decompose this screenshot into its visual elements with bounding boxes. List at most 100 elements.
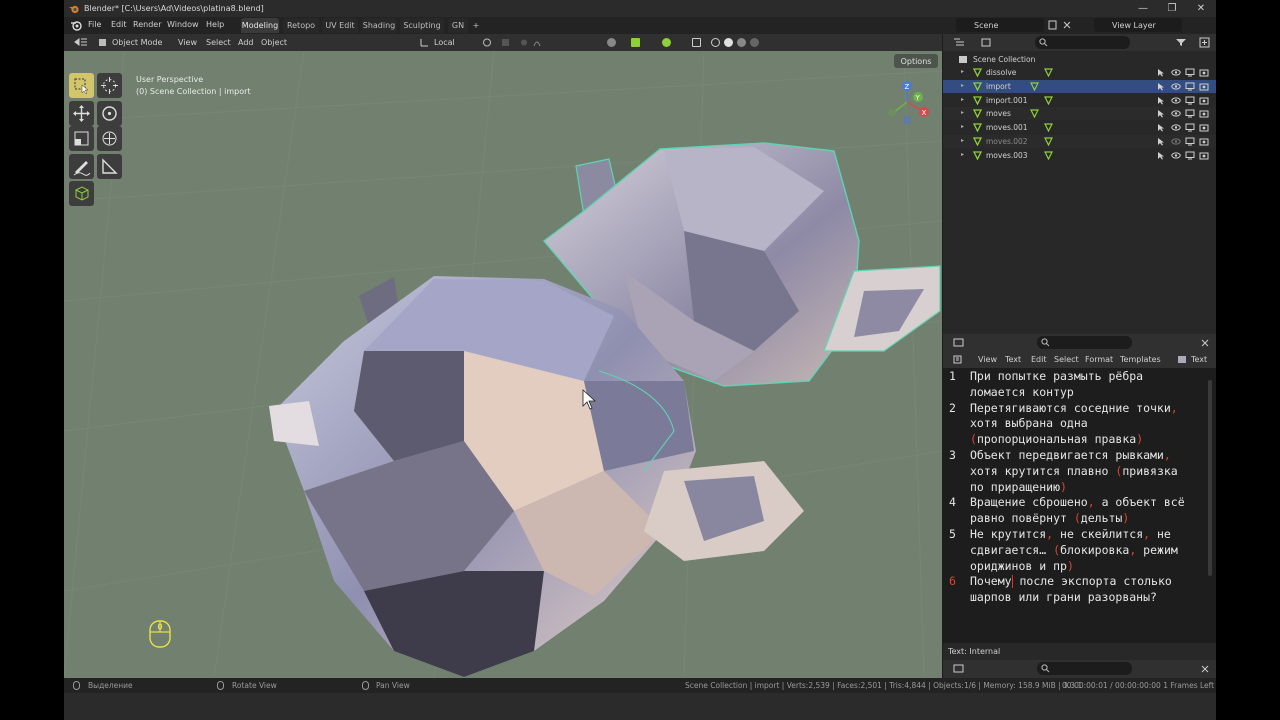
maximize-button[interactable]: ❐ <box>1157 0 1187 17</box>
transform-tool[interactable] <box>97 126 122 151</box>
new-collection-icon[interactable] <box>1199 37 1210 48</box>
mode-selector[interactable]: Object Mode <box>112 38 162 47</box>
text-menu-format[interactable]: Format <box>1085 355 1113 364</box>
menu-render[interactable]: Render <box>133 20 161 29</box>
menu-select[interactable]: Select <box>206 38 231 47</box>
outliner-item[interactable]: ▸ moves.003 <box>943 149 1216 162</box>
render-camera-icon[interactable] <box>1199 137 1209 146</box>
render-camera-icon[interactable] <box>1199 82 1209 91</box>
add-workspace-button[interactable]: + <box>470 18 482 33</box>
expand-arrow-icon[interactable]: ▸ <box>961 96 964 103</box>
render-camera-icon[interactable] <box>1199 96 1209 105</box>
viewport-monitor-icon[interactable] <box>1185 68 1195 77</box>
menu-edit[interactable]: Edit <box>111 20 127 29</box>
remove-scene-icon[interactable] <box>1062 20 1072 30</box>
visibility-eye-icon[interactable] <box>1171 68 1181 77</box>
text-menu-view[interactable]: View <box>978 355 997 364</box>
visibility-eye-icon[interactable] <box>1171 123 1181 132</box>
outliner-search-input[interactable] <box>1035 36 1130 49</box>
text-editor-type-icon[interactable] <box>953 355 967 364</box>
select-box-tool[interactable] <box>69 73 94 98</box>
text-menu-text[interactable]: Text <box>1005 355 1021 364</box>
render-camera-icon[interactable] <box>1199 109 1209 118</box>
menu-add[interactable]: Add <box>238 38 254 47</box>
visibility-eye-icon[interactable] <box>1171 109 1181 118</box>
snapping-toolbar[interactable] <box>482 37 542 48</box>
expand-arrow-icon[interactable]: ▸ <box>961 109 964 116</box>
visibility-eye-icon[interactable] <box>1171 96 1181 105</box>
text-datablock-name[interactable]: Text <box>1191 355 1207 364</box>
tab-gn[interactable]: GN <box>448 18 468 33</box>
expand-arrow-icon[interactable]: ▸ <box>961 82 964 89</box>
tab-modeling[interactable]: Modeling <box>241 18 279 33</box>
outliner-item[interactable]: ▸ moves.002 <box>943 135 1216 148</box>
expand-arrow-icon[interactable]: ▸ <box>961 123 964 130</box>
visibility-eye-icon[interactable] <box>1171 151 1181 160</box>
text-menu-edit[interactable]: Edit <box>1031 355 1047 364</box>
rendered-shading-icon[interactable] <box>750 38 759 47</box>
text-menu-select[interactable]: Select <box>1054 355 1079 364</box>
viewport-monitor-icon[interactable] <box>1185 82 1195 91</box>
render-camera-icon[interactable] <box>1199 151 1209 160</box>
selectable-icon[interactable] <box>1157 96 1166 105</box>
view-layer-selector[interactable]: View Layer <box>1094 18 1182 32</box>
editor-type-icon[interactable] <box>953 664 967 673</box>
blender-menu-icon[interactable] <box>70 19 82 31</box>
measure-tool[interactable] <box>97 154 122 179</box>
options-button[interactable]: Options <box>894 54 938 68</box>
render-camera-icon[interactable] <box>1199 123 1209 132</box>
editor-type-icon[interactable] <box>74 38 88 47</box>
viewport-monitor-icon[interactable] <box>1185 123 1195 132</box>
selectable-icon[interactable] <box>1157 151 1166 160</box>
expand-arrow-icon[interactable]: ▸ <box>961 137 964 144</box>
minimize-button[interactable]: — <box>1128 0 1158 17</box>
solid-shading-icon[interactable] <box>724 38 733 47</box>
tab-uv-edit[interactable]: UV Edit <box>322 18 358 33</box>
outliner-editor-icon[interactable] <box>953 38 967 47</box>
annotate-tool[interactable] <box>69 154 94 179</box>
material-shading-icon[interactable] <box>737 38 746 47</box>
tab-retopo[interactable]: Retopo <box>283 18 319 33</box>
selectable-icon[interactable] <box>1157 109 1166 118</box>
outliner-item[interactable]: ▸ moves <box>943 107 1216 121</box>
console-search-input[interactable] <box>1037 336 1132 349</box>
3d-viewport[interactable]: User Perspective (0) Scene Collection | … <box>64 51 942 678</box>
outliner-item[interactable]: ▸ import.001 <box>943 94 1216 107</box>
visibility-eye-icon[interactable] <box>1171 137 1181 146</box>
text-editor-area[interactable]: 1 При попытке размыть рёбра ломается конту… <box>943 368 1216 643</box>
outliner-item[interactable]: ▸ dissolve <box>943 66 1216 79</box>
bottom-search-input[interactable] <box>1037 662 1132 675</box>
object-types-icon[interactable] <box>607 38 616 47</box>
selectable-icon[interactable] <box>1157 68 1166 77</box>
text-menu-templates[interactable]: Templates <box>1120 355 1161 364</box>
viewport-monitor-icon[interactable] <box>1185 96 1195 105</box>
close-area-icon[interactable] <box>1201 339 1209 347</box>
filter-icon[interactable] <box>1175 38 1187 47</box>
scene-selector[interactable]: Scene <box>956 18 1044 32</box>
selectable-icon[interactable] <box>1157 123 1166 132</box>
editor-type-icon[interactable] <box>953 338 967 347</box>
selectable-icon[interactable] <box>1157 137 1166 146</box>
expand-arrow-icon[interactable]: ▸ <box>961 151 964 158</box>
menu-view[interactable]: View <box>178 38 197 47</box>
outliner[interactable]: Scene Collection ▸ dissolve ▸ import ▸ import… <box>943 51 1216 334</box>
add-cube-tool[interactable] <box>69 181 94 206</box>
new-scene-icon[interactable] <box>1048 20 1058 30</box>
outliner-item[interactable]: ▸ moves.001 <box>943 121 1216 134</box>
viewport-monitor-icon[interactable] <box>1185 137 1195 146</box>
menu-help[interactable]: Help <box>206 20 224 29</box>
navigation-gizmo[interactable]: Z Y X <box>884 77 936 127</box>
menu-file[interactable]: File <box>88 20 101 29</box>
expand-arrow-icon[interactable]: ▸ <box>961 68 964 75</box>
tab-sculpting[interactable]: Sculpting <box>400 18 444 33</box>
text-editor-scrollbar[interactable] <box>1208 380 1212 576</box>
move-tool[interactable] <box>69 101 94 126</box>
overlay-toggle-icon[interactable] <box>662 38 671 47</box>
tab-shading[interactable]: Shading <box>361 18 397 33</box>
rotate-tool[interactable] <box>97 101 122 126</box>
menu-object[interactable]: Object <box>261 38 287 47</box>
render-camera-icon[interactable] <box>1199 68 1209 77</box>
orientation-selector[interactable]: Local <box>434 38 455 47</box>
scale-tool[interactable] <box>69 126 94 151</box>
visibility-eye-icon[interactable] <box>1171 82 1181 91</box>
